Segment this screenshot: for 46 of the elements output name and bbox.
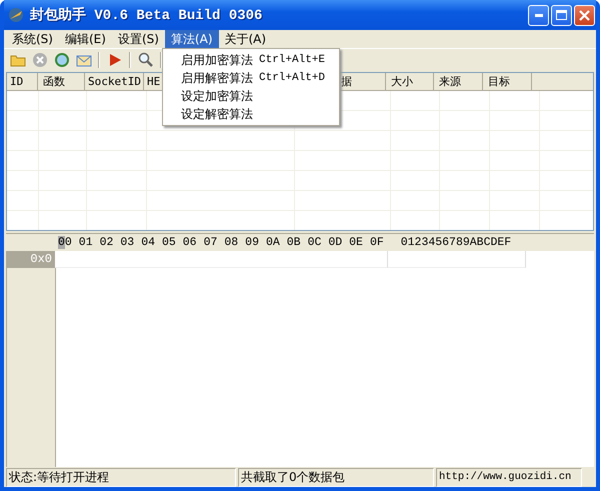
close-button[interactable] xyxy=(574,4,595,26)
column-header[interactable]: ID xyxy=(7,73,38,90)
hex-column-label: 0B xyxy=(286,236,302,249)
status-text: 共截取了0个数据包 xyxy=(238,468,434,487)
ascii-header: 0123456789ABCDEF xyxy=(400,236,512,249)
status-text: http://www.guozidi.cn xyxy=(436,468,582,487)
stop-icon[interactable] xyxy=(30,50,49,70)
column-header[interactable]: SocketID xyxy=(85,73,144,90)
menu-entry[interactable]: 启用加密算法 Ctrl+Alt+E xyxy=(163,51,339,69)
hex-column-label: 09 xyxy=(245,236,260,249)
offset-label: 0x0 xyxy=(7,251,55,268)
hex-column-label: 01 xyxy=(78,236,94,249)
maximize-button[interactable] xyxy=(551,4,572,26)
close-icon xyxy=(579,10,590,20)
menu-entry[interactable]: 启用解密算法 Ctrl+Alt+D xyxy=(163,69,339,87)
hex-column-label: 04 xyxy=(141,236,156,249)
minimize-icon xyxy=(534,14,542,16)
app-logo-icon xyxy=(7,6,25,24)
column-header[interactable]: 大小 xyxy=(386,73,434,90)
hex-column-label: 0A xyxy=(266,236,281,249)
column-header[interactable]: 目标 xyxy=(483,73,532,90)
hex-column-label: 08 xyxy=(224,236,240,249)
menu-entry[interactable]: 设定加密算法 xyxy=(163,87,339,105)
menu-item[interactable]: 算法(A) xyxy=(164,30,218,48)
menu-item[interactable]: 设置(S) xyxy=(112,30,165,48)
maximize-icon xyxy=(556,10,567,20)
hex-column-label: 03 xyxy=(120,236,136,249)
status-text: 状态:等待打开进程 xyxy=(6,468,236,487)
menu-item[interactable]: 编辑(E) xyxy=(58,30,112,48)
window-title: 封包助手 V0.6 Beta Build 0306 xyxy=(30,6,262,24)
column-header[interactable]: 函数 xyxy=(38,73,85,90)
hex-column-label: 06 xyxy=(182,236,198,249)
refresh-icon[interactable] xyxy=(52,50,71,70)
hex-column-label: 0D xyxy=(328,236,344,249)
hex-column-label: 0E xyxy=(349,236,364,249)
hex-column-label: 07 xyxy=(204,236,218,249)
search-icon[interactable] xyxy=(136,50,155,70)
menu-item[interactable]: 系统(S) xyxy=(6,30,59,48)
hex-column-label: 0F xyxy=(370,236,385,249)
menu-item[interactable]: 关于(A) xyxy=(218,30,272,48)
hex-column-label: 0C xyxy=(308,236,322,249)
minimize-button[interactable] xyxy=(528,4,549,26)
hex-column-label: 05 xyxy=(162,236,177,249)
menu-entry[interactable]: 设定解密算法 xyxy=(163,105,339,123)
column-header[interactable]: 来源 xyxy=(434,73,483,90)
hex-column-label: 02 xyxy=(100,236,114,249)
